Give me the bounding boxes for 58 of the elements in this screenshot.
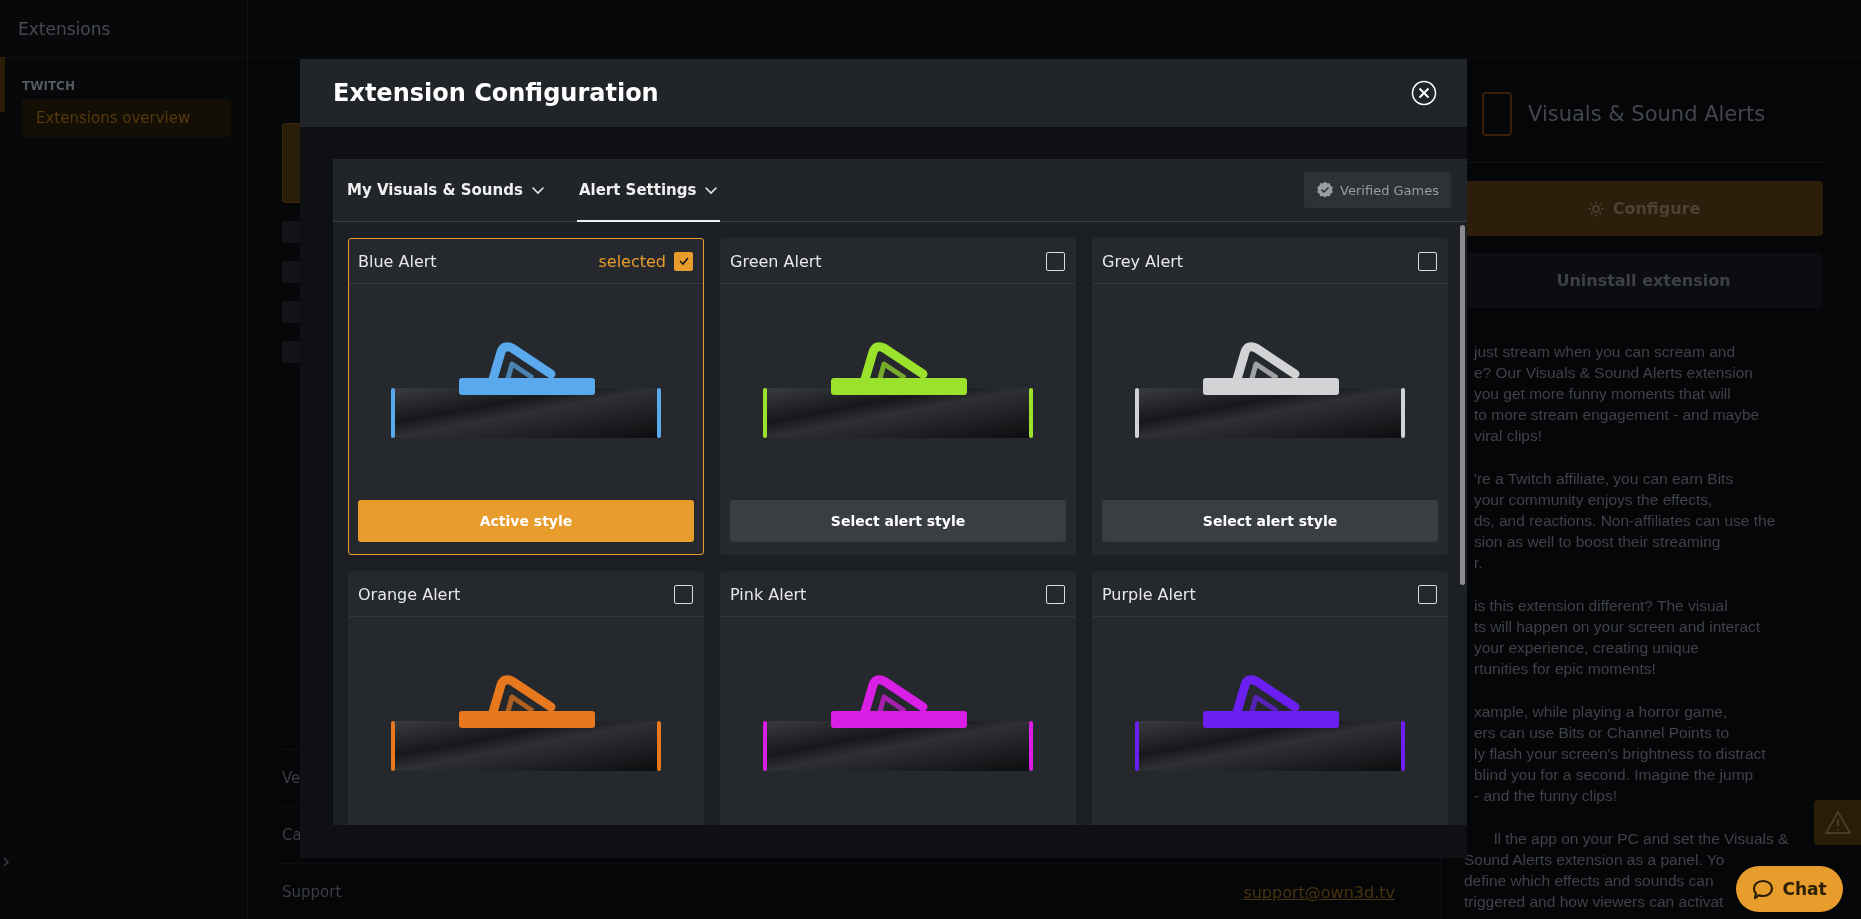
- select-style-button[interactable]: Select alert style: [1102, 500, 1438, 542]
- extension-title: Visuals & Sound Alerts: [1528, 102, 1766, 126]
- extension-logo: [1482, 92, 1512, 136]
- active-indicator: [0, 57, 5, 112]
- info-label: Support: [282, 883, 342, 901]
- description-line: your community enjoys the effects,: [1474, 490, 1713, 510]
- description-line: ly flash your screen's brightness to distract: [1474, 744, 1766, 764]
- description-line: rtunities for epic moments!: [1474, 659, 1656, 679]
- select-style-button[interactable]: Select alert style: [730, 500, 1066, 542]
- settings-icon: [1586, 199, 1605, 218]
- check-icon: [677, 255, 690, 267]
- description-line: triggered and how viewers can activat: [1464, 892, 1724, 912]
- description-line: you get more funny moments that will: [1474, 384, 1731, 404]
- verified-badge-icon: [1316, 181, 1335, 199]
- description-line: 're a Twitch affiliate, you can earn Bits: [1474, 469, 1734, 489]
- description-line: ds, and reactions. Non-affiliates can use the: [1474, 511, 1776, 531]
- dropdown-tab[interactable]: Alert Settings: [576, 159, 721, 222]
- description-line: - and the funny clips!: [1474, 786, 1618, 806]
- description-line: define which effects and sounds can: [1464, 871, 1714, 891]
- alert-name: Grey Alert: [1102, 251, 1184, 271]
- description-line: viral clips!: [1474, 426, 1543, 446]
- description-line: ers can use Bits or Channel Points to: [1474, 723, 1730, 743]
- description-line: sion as well to boost their streaming: [1474, 532, 1721, 552]
- checkbox[interactable]: [1418, 584, 1437, 604]
- description-line: ll the app on your PC and set the Visuals &: [1494, 829, 1789, 849]
- alert-name: Orange Alert: [358, 584, 461, 604]
- checkbox[interactable]: [674, 584, 693, 604]
- section-label: TWITCH: [22, 79, 76, 93]
- description-line: to more stream engagement - and maybe: [1474, 405, 1760, 425]
- chat-bubble-icon: [1752, 878, 1775, 900]
- description-line: your experience, creating unique: [1474, 638, 1699, 658]
- selected-label: selected: [598, 251, 666, 271]
- description-line: blind you for a second. Imagine the jump: [1474, 765, 1754, 785]
- chat-button[interactable]: Chat: [1736, 866, 1843, 912]
- description-line: is this extension different? The visual: [1474, 596, 1728, 616]
- scrollbar-thumb[interactable]: [1460, 225, 1465, 585]
- sidebar-title: Extensions: [18, 18, 111, 39]
- description-line: Sound Alerts extension as a panel. Yo: [1464, 850, 1725, 870]
- modal-title: Extension Configuration: [333, 79, 659, 107]
- checkbox[interactable]: [1046, 251, 1065, 271]
- checkbox[interactable]: [1046, 584, 1065, 604]
- alert-name: Green Alert: [730, 251, 822, 271]
- alert-name: Blue Alert: [358, 251, 437, 271]
- warning-icon: [1823, 809, 1852, 836]
- description-line: r.: [1474, 553, 1483, 573]
- description-line: xample, while playing a horror game,: [1474, 702, 1728, 722]
- verified-games-button[interactable]: Verified Games: [1304, 172, 1451, 208]
- close-icon[interactable]: [1411, 80, 1437, 106]
- description-line: e? Our Visuals & Sound Alerts extension: [1474, 363, 1753, 383]
- info-label: Ve: [282, 769, 301, 787]
- description-line: just stream when you can scream and: [1474, 342, 1736, 362]
- description-line: ts will happen on your screen and interact: [1474, 617, 1761, 637]
- checkbox[interactable]: [1418, 251, 1437, 271]
- alert-name: Pink Alert: [730, 584, 807, 604]
- dropdown-tab[interactable]: My Visuals & Sounds: [345, 159, 547, 222]
- checkbox[interactable]: [674, 251, 693, 271]
- alert-name: Purple Alert: [1102, 584, 1196, 604]
- info-label: Ca: [282, 826, 302, 844]
